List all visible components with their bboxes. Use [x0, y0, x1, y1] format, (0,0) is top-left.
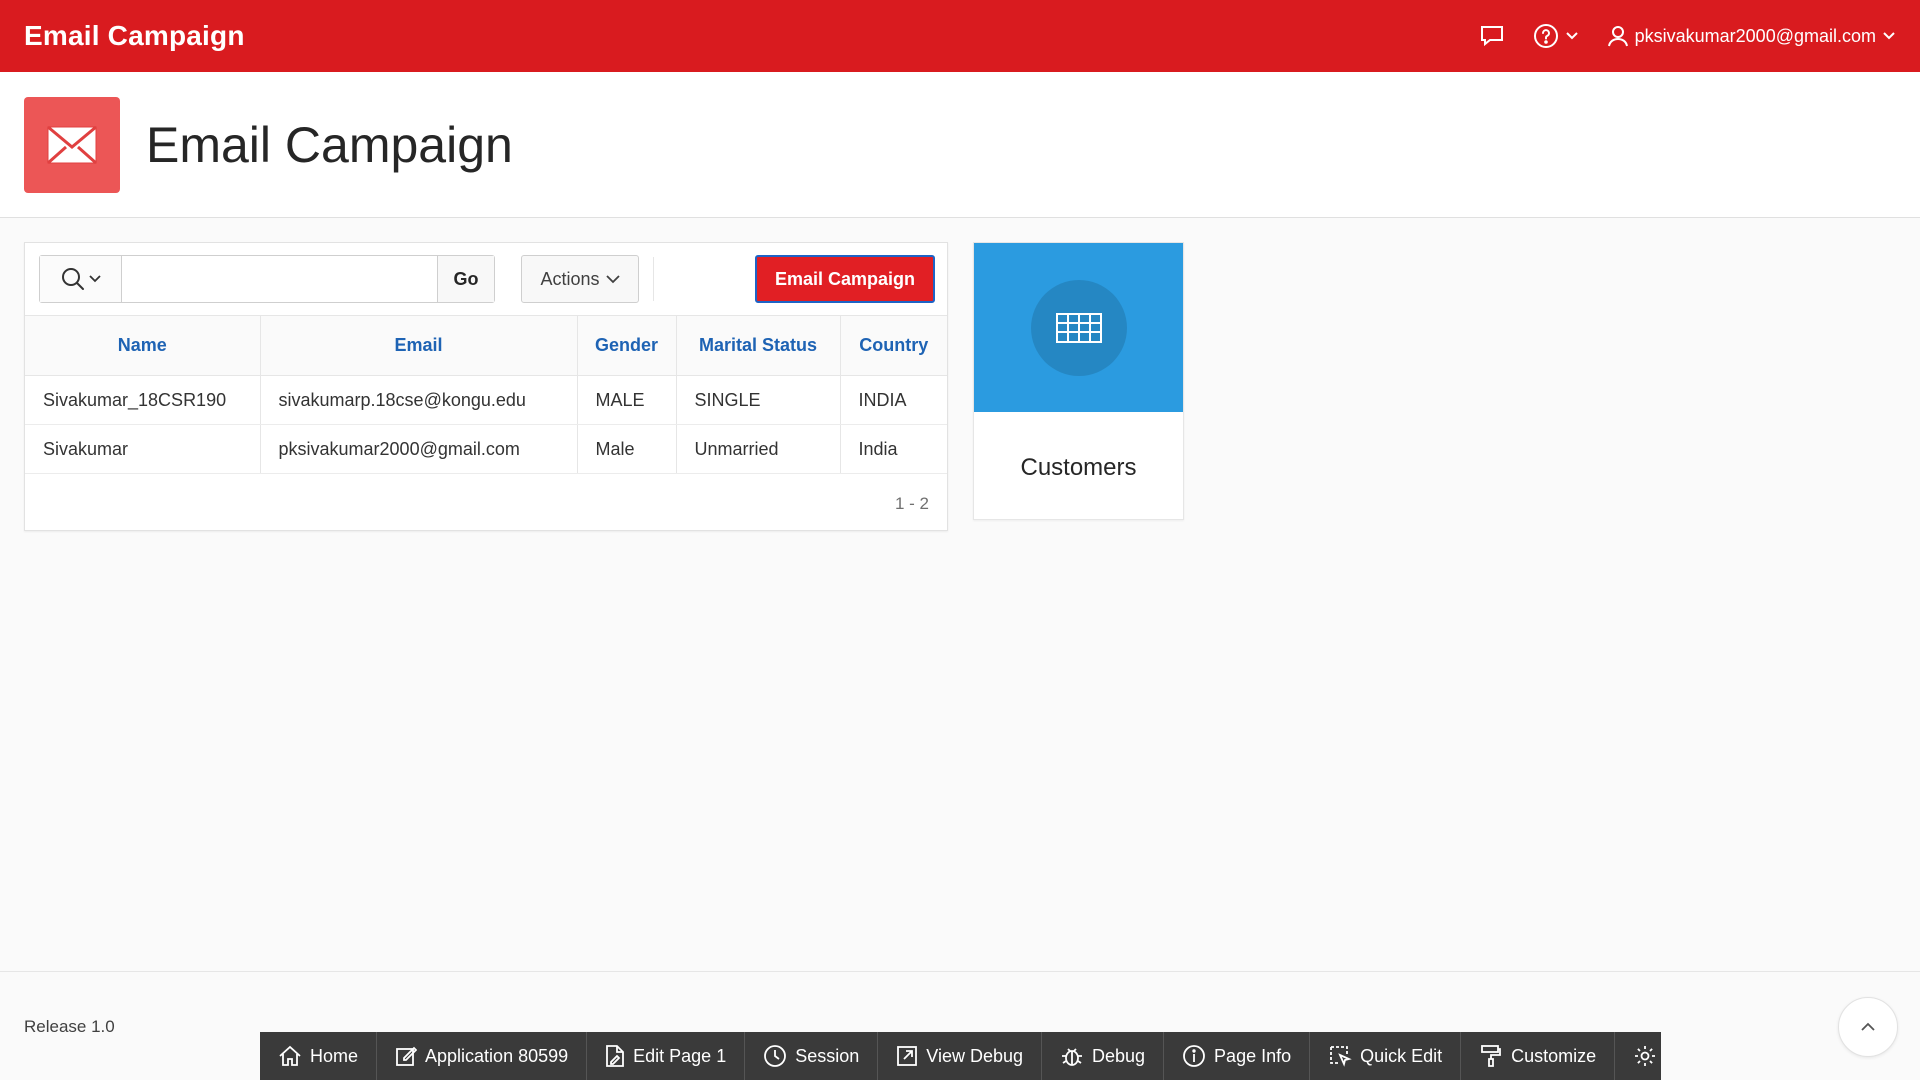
- actions-menu-button[interactable]: Actions: [521, 255, 639, 303]
- dev-customize-button[interactable]: Customize: [1461, 1032, 1616, 1080]
- edit-icon: [396, 1046, 418, 1066]
- column-header-email[interactable]: Email: [260, 315, 578, 376]
- scroll-to-top-button[interactable]: [1838, 997, 1898, 1057]
- cell-gender: MALE: [577, 375, 677, 425]
- cell-country: India: [840, 424, 947, 474]
- developer-toolbar: Home Application 80599 Edit Page 1 Sessi…: [260, 1032, 1661, 1080]
- chat-icon: [1480, 26, 1503, 47]
- search-column-select[interactable]: [40, 256, 122, 302]
- gear-icon: [1635, 1046, 1656, 1066]
- search-input[interactable]: [122, 256, 437, 302]
- table-header-row: Name Email Gender Marital Status Country: [25, 315, 947, 376]
- table-row: Sivakumar_18CSR190 sivakumarp.18cse@kong…: [25, 375, 947, 425]
- dev-application-button[interactable]: Application 80599: [377, 1032, 588, 1080]
- table-row: Sivakumar pksivakumar2000@gmail.com Male…: [25, 424, 947, 474]
- quick-edit-icon: [1330, 1046, 1352, 1067]
- column-header-name[interactable]: Name: [25, 315, 261, 376]
- search-group: Go: [39, 255, 495, 303]
- chevron-down-icon: [1883, 32, 1895, 40]
- help-icon: [1533, 24, 1558, 48]
- report-toolbar: Go Actions Email Campaign: [39, 255, 935, 303]
- user-icon: [1607, 26, 1628, 47]
- info-icon: [1183, 1045, 1205, 1067]
- column-header-marital-status[interactable]: Marital Status: [676, 315, 841, 376]
- paint-roller-icon: [1481, 1045, 1502, 1067]
- page-title: Email Campaign: [146, 116, 513, 173]
- cell-email: pksivakumar2000@gmail.com: [260, 424, 578, 474]
- view-debug-icon: [897, 1046, 918, 1066]
- bug-icon: [1062, 1048, 1082, 1066]
- table-grid-icon: [1055, 312, 1102, 343]
- user-menu-button[interactable]: pksivakumar2000@gmail.com: [1607, 24, 1896, 48]
- dev-item-label: Debug: [1092, 1045, 1146, 1066]
- header-nav: pksivakumar2000@gmail.com: [1479, 23, 1896, 49]
- hero-icon-box: [24, 96, 120, 193]
- go-button[interactable]: Go: [437, 256, 494, 302]
- column-header-country[interactable]: Country: [840, 315, 947, 376]
- pagination-info: 1 - 2: [894, 494, 929, 513]
- dev-item-label: Application 80599: [425, 1045, 569, 1066]
- email-campaign-button[interactable]: Email Campaign: [755, 255, 935, 303]
- page-hero: Email Campaign: [0, 72, 1920, 218]
- dev-home-button[interactable]: Home: [260, 1032, 378, 1080]
- card-banner: [974, 243, 1183, 412]
- toolbar-divider: [653, 257, 654, 301]
- actions-label: Actions: [540, 268, 600, 289]
- cell-email: sivakumarp.18cse@kongu.edu: [260, 375, 578, 425]
- page-edit-icon: [606, 1045, 625, 1067]
- customers-card[interactable]: Customers: [973, 242, 1184, 520]
- dev-quick-edit-button[interactable]: Quick Edit: [1310, 1032, 1462, 1080]
- search-icon: [61, 268, 84, 290]
- dev-item-label: Home: [310, 1045, 359, 1066]
- dev-settings-button[interactable]: [1615, 1032, 1675, 1080]
- cell-gender: Male: [577, 424, 677, 474]
- chevron-down-icon: [1565, 32, 1578, 40]
- release-label: Release 1.0: [24, 1017, 115, 1036]
- dev-item-label: Edit Page 1: [633, 1045, 727, 1066]
- username-label: pksivakumar2000@gmail.com: [1634, 25, 1876, 46]
- app-title[interactable]: Email Campaign: [24, 20, 245, 52]
- dev-item-label: Customize: [1511, 1045, 1597, 1066]
- dev-item-label: Quick Edit: [1360, 1045, 1443, 1066]
- dev-edit-page-button[interactable]: Edit Page 1: [587, 1032, 746, 1080]
- app-header: Email Campaign pksivakumar2000@gmail.com: [0, 0, 1920, 72]
- cell-marital-status: Unmarried: [676, 424, 841, 474]
- column-header-gender[interactable]: Gender: [577, 315, 677, 376]
- dev-session-button[interactable]: Session: [745, 1032, 879, 1080]
- help-menu-button[interactable]: [1533, 23, 1579, 49]
- dev-page-info-button[interactable]: Page Info: [1164, 1032, 1311, 1080]
- dev-view-debug-button[interactable]: View Debug: [878, 1032, 1042, 1080]
- dev-item-label: Page Info: [1214, 1045, 1292, 1066]
- dev-item-label: Session: [795, 1045, 860, 1066]
- card-label: Customers: [1020, 454, 1137, 481]
- cell-name: Sivakumar_18CSR190: [25, 375, 261, 425]
- dev-debug-button[interactable]: Debug: [1042, 1032, 1165, 1080]
- chevron-up-icon: [1861, 1022, 1875, 1031]
- cell-name: Sivakumar: [25, 424, 261, 474]
- customers-report: Go Actions Email Campaign Name Email Gen…: [24, 242, 948, 531]
- chat-button[interactable]: [1479, 25, 1505, 47]
- session-icon: [764, 1045, 787, 1067]
- card-icon-circle: [1030, 279, 1127, 376]
- cell-marital-status: SINGLE: [676, 375, 841, 425]
- cell-country: INDIA: [840, 375, 947, 425]
- dev-item-label: View Debug: [926, 1045, 1023, 1066]
- report-table: Name Email Gender Marital Status Country…: [25, 315, 947, 474]
- envelope-icon: [47, 125, 97, 164]
- home-icon: [279, 1045, 301, 1066]
- chevron-down-icon: [88, 275, 101, 283]
- chevron-down-icon: [605, 274, 620, 283]
